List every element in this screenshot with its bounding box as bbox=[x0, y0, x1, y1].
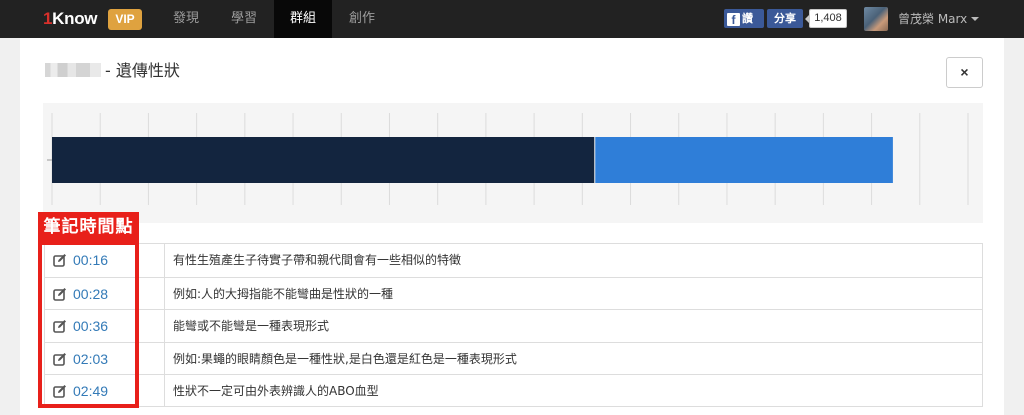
note-row: 00:28 例如:人的大拇指能不能彎曲是性狀的一種 bbox=[45, 277, 982, 310]
note-text: 有性生殖產生子待實子帶和親代間會有一些相似的特徵 bbox=[173, 253, 462, 267]
note-text: 例如:果蠅的眼睛顏色是一種性狀,是白色還是紅色是一種表現形式 bbox=[173, 352, 517, 366]
facebook-icon: f bbox=[727, 13, 740, 27]
redacted-name bbox=[45, 63, 101, 77]
note-row: 02:49 性狀不一定可由外表辨識人的ABO血型 bbox=[45, 374, 982, 407]
note-row: 00:16 有性生殖產生子待實子帶和親代間會有一些相似的特徵 bbox=[45, 244, 982, 277]
note-row: 00:36 能彎或不能彎是一種表現形式 bbox=[45, 309, 982, 342]
brand-number: 1 bbox=[43, 9, 53, 28]
notes-table: 00:16 有性生殖產生子待實子帶和親代間會有一些相似的特徵 00:28 例如:人的大… bbox=[44, 243, 983, 407]
note-row: 02:03 例如:果蠅的眼睛顏色是一種性狀,是白色還是紅色是一種表現形式 bbox=[45, 342, 982, 375]
user-menu[interactable]: 曾茂榮 Marx bbox=[898, 0, 980, 38]
note-text: 性狀不一定可由外表辨識人的ABO血型 bbox=[173, 384, 379, 398]
vip-badge[interactable]: VIP bbox=[108, 9, 142, 30]
avatar[interactable] bbox=[864, 7, 888, 31]
chart-bar-segment-1 bbox=[52, 137, 595, 183]
brand-name: Know bbox=[52, 9, 98, 28]
nav-learn[interactable]: 學習 bbox=[216, 0, 272, 38]
nav-discover[interactable]: 發現 bbox=[158, 0, 214, 38]
share-count: 1,408 bbox=[805, 9, 847, 28]
progress-chart bbox=[43, 103, 983, 223]
close-button[interactable]: × bbox=[946, 57, 983, 88]
brand-logo[interactable]: 1Know bbox=[43, 9, 98, 29]
page-title: - 遺傳性狀 bbox=[45, 60, 180, 82]
note-text: 能彎或不能彎是一種表現形式 bbox=[173, 319, 330, 333]
facebook-like-label: 讚 bbox=[742, 12, 753, 25]
top-navbar: 1Know VIP 發現 學習 群組 創作 f讚 分享 1,408 曾茂榮 Ma… bbox=[0, 0, 1024, 38]
caret-down-icon bbox=[971, 17, 980, 21]
facebook-like-button[interactable]: f讚 bbox=[724, 9, 764, 28]
page-title-text: - 遺傳性狀 bbox=[105, 61, 180, 80]
nav-create[interactable]: 創作 bbox=[334, 0, 390, 38]
username: 曾茂榮 Marx bbox=[898, 12, 968, 26]
chart-bar-segment-2 bbox=[595, 137, 893, 183]
facebook-share-button[interactable]: 分享 bbox=[767, 9, 803, 28]
annotation-label: 筆記時間點 bbox=[38, 212, 139, 243]
nav-groups[interactable]: 群組 bbox=[274, 0, 332, 38]
note-text: 例如:人的大拇指能不能彎曲是性狀的一種 bbox=[173, 287, 394, 301]
annotation-box bbox=[38, 241, 139, 408]
